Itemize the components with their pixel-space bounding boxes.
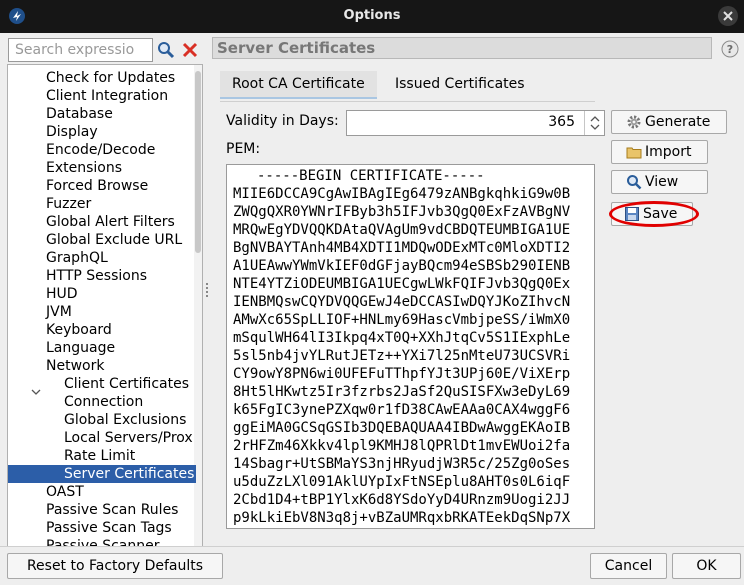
validity-days-spinner[interactable]: 365 bbox=[346, 110, 605, 136]
pem-line: -----BEGIN CERTIFICATE----- bbox=[257, 168, 485, 184]
ok-button[interactable]: OK bbox=[672, 553, 741, 579]
pem-line: A1UEAwwYWmVkIEF0dGFjayBQcm94eSBSb290IENB bbox=[233, 258, 571, 274]
footer-divider bbox=[0, 546, 744, 547]
title-bar: Options bbox=[0, 0, 744, 33]
gear-icon bbox=[627, 115, 641, 129]
cancel-button[interactable]: Cancel bbox=[590, 553, 667, 579]
panel-title: Server Certificates bbox=[212, 37, 712, 59]
search-icon[interactable] bbox=[157, 41, 175, 59]
tree-item-global-alert-filters[interactable]: Global Alert Filters bbox=[46, 213, 175, 231]
tree-item-rate-limit[interactable]: Rate Limit bbox=[64, 447, 135, 465]
chevron-down-icon[interactable] bbox=[31, 387, 41, 397]
view-button[interactable]: View bbox=[611, 170, 708, 194]
validity-label: Validity in Days: bbox=[226, 113, 339, 129]
tree-item-passive-scan-tags[interactable]: Passive Scan Tags bbox=[46, 519, 172, 537]
tree-item-local-servers-prox[interactable]: Local Servers/Prox bbox=[64, 429, 193, 447]
tree-item-database[interactable]: Database bbox=[46, 105, 113, 123]
folder-icon bbox=[626, 147, 642, 159]
pem-line: u5duZzLXl091AklUYpIxFtNSEplu8AHT0s0L6iqF bbox=[233, 474, 571, 490]
scrollbar-thumb[interactable] bbox=[195, 71, 201, 253]
save-highlight-ring bbox=[609, 201, 699, 227]
pem-line: CY9owY8PN6wi0UFEFuTThpfYJt3UPj60E/ViXErp bbox=[233, 366, 571, 382]
pem-line: 8Ht5lHKwtz5Ir3fzrbs2JaSf2QuSISFXw3eDyL69 bbox=[233, 384, 571, 400]
view-label: View bbox=[645, 174, 679, 190]
svg-text:?: ? bbox=[727, 43, 733, 56]
tree-item-global-exclude-url[interactable]: Global Exclude URL bbox=[46, 231, 182, 249]
pem-label: PEM: bbox=[226, 141, 261, 157]
server-certificates-panel: Server Certificates ? Root CA Certificat… bbox=[209, 33, 744, 549]
validity-days-value[interactable]: 365 bbox=[548, 114, 575, 130]
search-input[interactable]: Search expressio bbox=[8, 38, 153, 62]
tree-item-language[interactable]: Language bbox=[46, 339, 115, 357]
tab-root-ca-certificate[interactable]: Root CA Certificate bbox=[220, 71, 377, 99]
pem-line: AMwXc65SpLLIOF+HNLmy69HascVmbjpeSS/iWmX0 bbox=[233, 312, 571, 328]
clear-search-icon[interactable] bbox=[181, 41, 199, 59]
pem-line: p9kLkiEbV8N3q8j+vBZaUMRqxbRKATEekDqSNp7X bbox=[233, 510, 571, 526]
help-icon[interactable]: ? bbox=[721, 40, 739, 58]
tree-item-network[interactable]: Network bbox=[46, 357, 104, 375]
tree-item-graphql[interactable]: GraphQL bbox=[46, 249, 108, 267]
close-icon bbox=[723, 11, 733, 21]
pem-line: k65FgIC3ynePZXqw0r1fD38CAwEAAa0CAX4wggF6 bbox=[233, 402, 571, 418]
tree-item-hud[interactable]: HUD bbox=[46, 285, 78, 303]
tree-item-forced-browse[interactable]: Forced Browse bbox=[46, 177, 148, 195]
pem-line: 2rHFZm46Xkkv4lpl9KMHJ8lQPRlDt1mvEWUoi2fa bbox=[233, 438, 571, 454]
spinner-arrows-icon[interactable] bbox=[585, 111, 605, 135]
pem-line: 14Sbagr+UtSBMaYS3njHRyudjW3R5c/25Zg0oSes bbox=[233, 456, 571, 472]
generate-button[interactable]: Generate bbox=[611, 110, 727, 134]
options-tree: Check for Updates Client Integration Datab… bbox=[7, 64, 203, 547]
pem-line: ZWQgQXR0YWNrIFByb3h5IFJvb3QgQ0ExFzAVBgNV bbox=[233, 204, 571, 220]
window-title: Options bbox=[343, 8, 401, 23]
generate-label: Generate bbox=[645, 114, 711, 130]
tree-item-jvm[interactable]: JVM bbox=[46, 303, 72, 321]
spinner-arrows[interactable] bbox=[584, 111, 604, 135]
options-dialog: Search expressio Check for Updates Client… bbox=[0, 33, 744, 585]
tab-divider bbox=[220, 101, 595, 102]
pem-line: mSqulWH64lI3Ikpq4xT0Q+XXhJtqCv5S1IExphLe bbox=[233, 330, 571, 346]
tree-item-check-for-updates[interactable]: Check for Updates bbox=[46, 69, 175, 87]
pem-line: MRQwEgYDVQQKDAtaQVAgUm9vdCBDQTEUMBIGA1UE bbox=[233, 222, 571, 238]
tree-item-fuzzer[interactable]: Fuzzer bbox=[46, 195, 91, 213]
pem-line: MIIE6DCCA9CgAwIBAgIEg6479zANBgkqhkiG9w0B bbox=[233, 186, 571, 202]
pem-line: 5sl5nb4jvYLRutJETz++YXi7l25nMteU73UCSVRi bbox=[233, 348, 571, 364]
pem-line: 2Cbd1D4+tBP1YlxK6d8YSdoYyD4URnzm9Uogi2JJ bbox=[233, 492, 571, 508]
tree-item-client-certificates[interactable]: Client Certificates bbox=[64, 375, 189, 393]
close-window-button[interactable] bbox=[718, 6, 738, 26]
pem-line: ggEiMA0GCSqGSIb3DQEBAQUAA4IBDwAwggEKAoIB bbox=[233, 420, 571, 436]
tab-issued-certificates[interactable]: Issued Certificates bbox=[383, 71, 537, 99]
certificate-tabs: Root CA Certificate Issued Certificates bbox=[220, 71, 720, 99]
pem-line: NTE4YTZiODEUMBIGA1UECgwLWkFQIFJvb3QgQ0Ex bbox=[233, 276, 571, 292]
tree-item-global-exclusions[interactable]: Global Exclusions bbox=[64, 411, 186, 429]
tree-item-http-sessions[interactable]: HTTP Sessions bbox=[46, 267, 147, 285]
tree-item-client-integration[interactable]: Client Integration bbox=[46, 87, 168, 105]
pem-line: IENBMQswCQYDVQQGEwJ4eDCCASIwDQYJKoZIhvcN bbox=[233, 294, 571, 310]
pem-textarea[interactable]: -----BEGIN CERTIFICATE----- MIIE6DCCA9CgA… bbox=[226, 164, 595, 529]
import-label: Import bbox=[645, 144, 692, 160]
magnifier-icon bbox=[627, 175, 642, 190]
options-nav-panel: Search expressio Check for Updates Client… bbox=[5, 35, 205, 547]
tree-item-passive-scan-rules[interactable]: Passive Scan Rules bbox=[46, 501, 178, 519]
reset-to-factory-defaults-button[interactable]: Reset to Factory Defaults bbox=[7, 553, 223, 579]
tree-item-keyboard[interactable]: Keyboard bbox=[46, 321, 112, 339]
tree-item-display[interactable]: Display bbox=[46, 123, 98, 141]
tree-item-encode-decode[interactable]: Encode/Decode bbox=[46, 141, 155, 159]
pem-line: BgNVBAYTAnh4MB4XDTI1MDQwODExMTc0MloXDTI2 bbox=[233, 240, 571, 256]
tree-item-oast[interactable]: OAST bbox=[46, 483, 84, 501]
tree-item-connection[interactable]: Connection bbox=[64, 393, 143, 411]
tree-item-server-certificates[interactable]: Server Certificates bbox=[8, 465, 196, 483]
import-button[interactable]: Import bbox=[611, 140, 708, 164]
tree-item-extensions[interactable]: Extensions bbox=[46, 159, 122, 177]
